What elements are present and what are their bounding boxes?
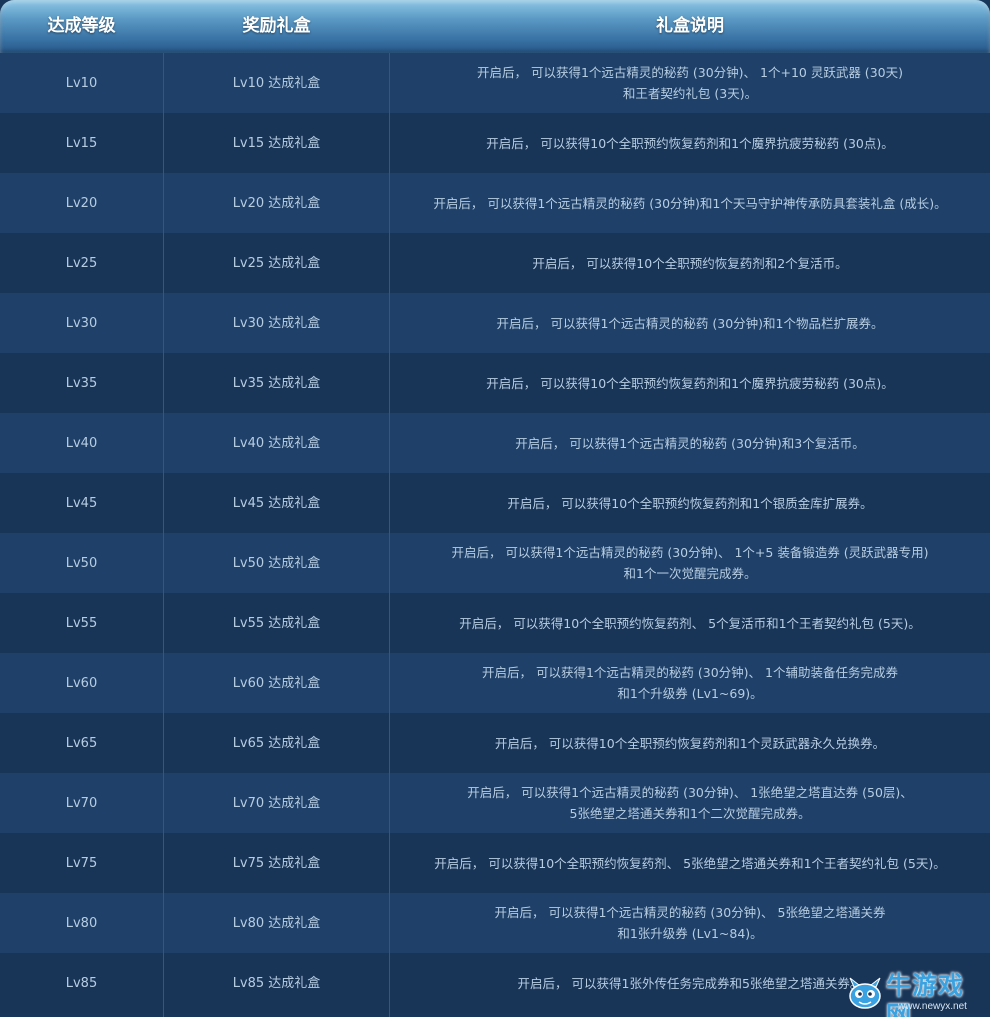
description-line: 开启后， 可以获得1个远古精灵的秘药 (30分钟)、 1个辅助装备任务完成券: [482, 665, 898, 680]
table-row: Lv15 Lv15 达成礼盒 开启后， 可以获得10个全职预约恢复药剂和1个魔界抗疲…: [0, 113, 990, 173]
description-line: 开启后， 可以获得1个远古精灵的秘药 (30分钟)、 1张绝望之塔直达券 (50…: [467, 785, 913, 800]
table-row: Lv50 Lv50 达成礼盒 开启后， 可以获得1个远古精灵的秘药 (30分钟)、 …: [0, 533, 990, 593]
table-row: Lv30 Lv30 达成礼盒 开启后， 可以获得1个远古精灵的秘药 (30分钟)和1…: [0, 293, 990, 353]
description-line: 开启后， 可以获得10个全职预约恢复药剂、 5张绝望之塔通关券和1个王者契约礼包…: [434, 855, 946, 871]
watermark-url: www.newyx.net: [898, 1001, 967, 1012]
table-header: 达成等级 奖励礼盒 礼盒说明: [0, 0, 990, 53]
description-cell: 开启后， 可以获得10个全职预约恢复药剂和2个复活币。: [390, 233, 990, 293]
reward-box-cell: Lv40 达成礼盒: [232, 435, 321, 451]
table-row: Lv20 Lv20 达成礼盒 开启后， 可以获得1个远古精灵的秘药 (30分钟)和1…: [0, 173, 990, 233]
reward-box-cell: Lv80 达成礼盒: [232, 915, 321, 931]
reward-box-cell: Lv85 达成礼盒: [232, 975, 321, 991]
description-line: 和王者契约礼包 (3天)。: [622, 86, 758, 101]
description-cell: 开启后， 可以获得10个全职预约恢复药剂和1个灵跃武器永久兑换券。: [390, 713, 990, 773]
description-line: 开启后， 可以获得1个远古精灵的秘药 (30分钟)、 1个+5 装备锻造券 (灵…: [451, 545, 929, 560]
description-cell: 开启后， 可以获得10个全职预约恢复药剂、 5个复活币和1个王者契约礼包 (5天…: [390, 593, 990, 653]
level-cell: Lv80: [65, 915, 98, 931]
watermark-logo: 牛游戏网 www.newyx.net: [846, 971, 986, 1017]
reward-box-cell: Lv50 达成礼盒: [232, 555, 321, 571]
reward-box-cell: Lv20 达成礼盒: [232, 195, 321, 211]
header-box-description: 礼盒说明: [656, 16, 724, 36]
description-line: 开启后， 可以获得10个全职预约恢复药剂和1个银质金库扩展券。: [507, 495, 873, 511]
description-cell: 开启后， 可以获得1个远古精灵的秘药 (30分钟)、 1张绝望之塔直达券 (50…: [390, 773, 990, 833]
level-cell: Lv75: [65, 855, 98, 871]
description-cell: 开启后， 可以获得10个全职预约恢复药剂和1个魔界抗疲劳秘药 (30点)。: [390, 353, 990, 413]
level-cell: Lv70: [65, 795, 98, 811]
header-reward-box: 奖励礼盒: [242, 16, 311, 36]
description-cell: 开启后， 可以获得1个远古精灵的秘药 (30分钟)、 1个+10 灵跃武器 (3…: [390, 53, 990, 113]
reward-box-cell: Lv15 达成礼盒: [232, 135, 321, 151]
table-row: Lv25 Lv25 达成礼盒 开启后， 可以获得10个全职预约恢复药剂和2个复活币。: [0, 233, 990, 293]
level-cell: Lv40: [65, 435, 98, 451]
description-line: 开启后， 可以获得10个全职预约恢复药剂和1个魔界抗疲劳秘药 (30点)。: [486, 135, 894, 151]
level-cell: Lv50: [65, 555, 98, 571]
description-line: 开启后， 可以获得10个全职预约恢复药剂和1个魔界抗疲劳秘药 (30点)。: [486, 375, 894, 391]
description-cell: 开启后， 可以获得10个全职预约恢复药剂、 5张绝望之塔通关券和1个王者契约礼包…: [390, 833, 990, 893]
reward-box-cell: Lv30 达成礼盒: [232, 315, 321, 331]
level-cell: Lv85: [65, 975, 98, 991]
reward-box-cell: Lv55 达成礼盒: [232, 615, 321, 631]
description-line: 开启后， 可以获得1张外传任务完成券和5张绝望之塔通关券。: [517, 975, 863, 991]
table-body: Lv10 Lv10 达成礼盒 开启后， 可以获得1个远古精灵的秘药 (30分钟)、 …: [0, 53, 990, 1013]
reward-box-cell: Lv10 达成礼盒: [232, 75, 321, 91]
table-row: Lv70 Lv70 达成礼盒 开启后， 可以获得1个远古精灵的秘药 (30分钟)、 …: [0, 773, 990, 833]
dragon-mascot-icon: [849, 977, 881, 1009]
reward-box-cell: Lv65 达成礼盒: [232, 735, 321, 751]
header-level: 达成等级: [47, 16, 116, 36]
reward-box-cell: Lv70 达成礼盒: [232, 795, 321, 811]
description-cell: 开启后， 可以获得10个全职预约恢复药剂和1个银质金库扩展券。: [390, 473, 990, 533]
table-row: Lv40 Lv40 达成礼盒 开启后， 可以获得1个远古精灵的秘药 (30分钟)和3…: [0, 413, 990, 473]
reward-box-cell: Lv25 达成礼盒: [232, 255, 321, 271]
reward-box-cell: Lv60 达成礼盒: [232, 675, 321, 691]
level-cell: Lv10: [65, 75, 98, 91]
level-cell: Lv35: [65, 375, 98, 391]
description-cell: 开启后， 可以获得10个全职预约恢复药剂和1个魔界抗疲劳秘药 (30点)。: [390, 113, 990, 173]
description-line: 开启后， 可以获得10个全职预约恢复药剂、 5个复活币和1个王者契约礼包 (5天…: [459, 615, 921, 631]
description-cell: 开启后， 可以获得1个远古精灵的秘药 (30分钟)和3个复活币。: [390, 413, 990, 473]
level-cell: Lv25: [65, 255, 98, 271]
table-row: Lv55 Lv55 达成礼盒 开启后， 可以获得10个全职预约恢复药剂、 5个复活币…: [0, 593, 990, 653]
table-row: Lv80 Lv80 达成礼盒 开启后， 可以获得1个远古精灵的秘药 (30分钟)、 …: [0, 893, 990, 953]
reward-box-cell: Lv45 达成礼盒: [232, 495, 321, 511]
table-row: Lv60 Lv60 达成礼盒 开启后， 可以获得1个远古精灵的秘药 (30分钟)、 …: [0, 653, 990, 713]
description-line: 开启后， 可以获得1个远古精灵的秘药 (30分钟)、 1个+10 灵跃武器 (3…: [477, 65, 903, 80]
description-cell: 开启后， 可以获得1个远古精灵的秘药 (30分钟)、 1个+5 装备锻造券 (灵…: [390, 533, 990, 593]
table-row: Lv65 Lv65 达成礼盒 开启后， 可以获得10个全职预约恢复药剂和1个灵跃武器…: [0, 713, 990, 773]
level-cell: Lv65: [65, 735, 98, 751]
table-row: Lv35 Lv35 达成礼盒 开启后， 可以获得10个全职预约恢复药剂和1个魔界抗疲…: [0, 353, 990, 413]
column-divider: [389, 53, 390, 1017]
description-cell: 开启后， 可以获得1个远古精灵的秘药 (30分钟)和1个物品栏扩展券。: [390, 293, 990, 353]
table-row: Lv75 Lv75 达成礼盒 开启后， 可以获得10个全职预约恢复药剂、 5张绝望之…: [0, 833, 990, 893]
description-line: 开启后， 可以获得1个远古精灵的秘药 (30分钟)、 5张绝望之塔通关券: [494, 905, 886, 920]
description-line: 和1个升级券 (Lv1~69)。: [617, 686, 763, 701]
description-line: 和1个一次觉醒完成券。: [623, 566, 757, 581]
reward-box-cell: Lv75 达成礼盒: [232, 855, 321, 871]
reward-box-cell: Lv35 达成礼盒: [232, 375, 321, 391]
description-cell: 开启后， 可以获得1个远古精灵的秘药 (30分钟)、 1个辅助装备任务完成券 和1…: [390, 653, 990, 713]
description-cell: 开启后， 可以获得1个远古精灵的秘药 (30分钟)和1个天马守护神传承防具套装礼…: [390, 173, 990, 233]
table-row: Lv10 Lv10 达成礼盒 开启后， 可以获得1个远古精灵的秘药 (30分钟)、 …: [0, 53, 990, 113]
description-line: 和1张升级券 (Lv1~84)。: [617, 926, 763, 941]
reward-table: 达成等级 奖励礼盒 礼盒说明 Lv10 Lv10 达成礼盒 开启后， 可以获得1个远…: [0, 0, 990, 1017]
level-cell: Lv20: [65, 195, 98, 211]
description-line: 5张绝望之塔通关券和1个二次觉醒完成券。: [569, 806, 811, 821]
level-cell: Lv30: [65, 315, 98, 331]
column-divider: [163, 53, 164, 1017]
description-line: 开启后， 可以获得1个远古精灵的秘药 (30分钟)和3个复活币。: [515, 435, 865, 451]
level-cell: Lv60: [65, 675, 98, 691]
description-line: 开启后， 可以获得1个远古精灵的秘药 (30分钟)和1个天马守护神传承防具套装礼…: [433, 195, 947, 211]
table-row: Lv85 Lv85 达成礼盒 开启后， 可以获得1张外传任务完成券和5张绝望之塔通关…: [0, 953, 990, 1013]
table-row: Lv45 Lv45 达成礼盒 开启后， 可以获得10个全职预约恢复药剂和1个银质金库…: [0, 473, 990, 533]
description-line: 开启后， 可以获得1个远古精灵的秘药 (30分钟)和1个物品栏扩展券。: [496, 315, 884, 331]
description-line: 开启后， 可以获得10个全职预约恢复药剂和1个灵跃武器永久兑换券。: [494, 735, 886, 751]
level-cell: Lv15: [65, 135, 98, 151]
description-cell: 开启后， 可以获得1个远古精灵的秘药 (30分钟)、 5张绝望之塔通关券 和1张升…: [390, 893, 990, 953]
description-line: 开启后， 可以获得10个全职预约恢复药剂和2个复活币。: [532, 255, 848, 271]
level-cell: Lv45: [65, 495, 98, 511]
level-cell: Lv55: [65, 615, 98, 631]
